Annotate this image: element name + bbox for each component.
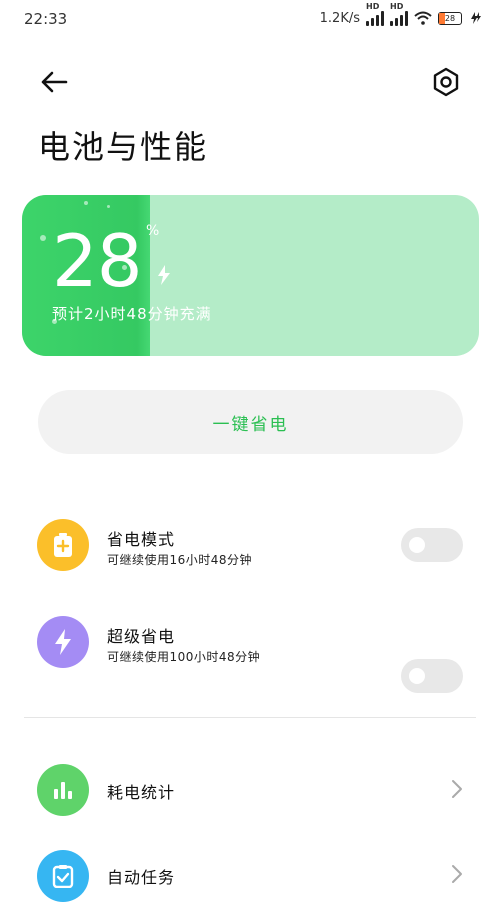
page-title: 电池与性能: [38, 128, 209, 166]
bubble: [40, 235, 46, 241]
power-saving-mode-title: 省电模式: [107, 530, 176, 549]
settings-gear-icon[interactable]: [430, 66, 462, 98]
back-arrow-icon[interactable]: [38, 66, 70, 98]
status-time: 22:33: [24, 10, 68, 28]
network-speed: 1.2K/s: [319, 10, 360, 26]
battery-card: 28 % 预计2小时48分钟充满: [22, 195, 479, 356]
lightning-icon: [37, 616, 89, 668]
hd-badge: HD: [366, 2, 380, 11]
battery-plus-icon: [37, 519, 89, 571]
bubble: [107, 205, 110, 208]
power-saving-mode-row[interactable]: [37, 519, 89, 571]
power-saving-mode-toggle[interactable]: [401, 528, 463, 562]
battery-status-icon: 28: [438, 11, 462, 25]
hd-badge: HD: [390, 2, 404, 11]
signal-icon: HD: [390, 2, 408, 26]
toggle-knob: [409, 537, 425, 553]
power-usage-stats-title: 耗电统计: [107, 783, 176, 802]
wifi-icon: [414, 11, 432, 25]
signal-icon: HD: [366, 2, 384, 26]
power-usage-stats-row[interactable]: [37, 764, 89, 816]
one-key-save-button[interactable]: 一键省电: [38, 390, 463, 454]
one-key-save-label: 一键省电: [212, 414, 289, 435]
chevron-right-icon: [452, 780, 462, 798]
bar-chart-icon: [37, 764, 89, 816]
ultra-power-saving-toggle[interactable]: [401, 659, 463, 693]
ultra-power-saving-subtitle: 可继续使用100小时48分钟: [107, 650, 261, 664]
toggle-knob: [409, 668, 425, 684]
automatic-tasks-title: 自动任务: [107, 868, 176, 887]
automatic-tasks-row[interactable]: [37, 850, 89, 902]
status-icons: 1.2K/s HD HD 28: [319, 2, 482, 26]
power-saving-mode-subtitle: 可继续使用16小时48分钟: [107, 553, 253, 567]
battery-percent-sign: %: [146, 223, 160, 239]
battery-percent: 28: [52, 219, 143, 303]
charging-icon: [471, 12, 481, 24]
ultra-power-saving-row[interactable]: [37, 616, 89, 668]
charging-bolt-icon: [158, 265, 170, 285]
bubble: [84, 201, 88, 205]
clipboard-check-icon: [37, 850, 89, 902]
charge-eta: 预计2小时48分钟充满: [52, 305, 212, 323]
ultra-power-saving-title: 超级省电: [107, 627, 176, 646]
chevron-right-icon: [452, 865, 462, 883]
divider: [24, 717, 476, 718]
